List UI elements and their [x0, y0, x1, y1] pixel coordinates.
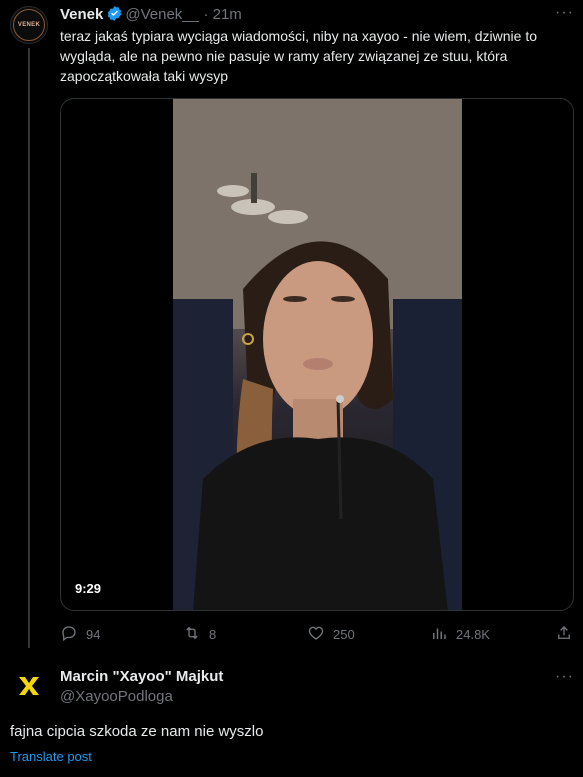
video-duration: 9:29: [75, 581, 102, 596]
reply-author-handle[interactable]: @XayooPodloga: [60, 688, 173, 705]
like-button[interactable]: 250: [307, 624, 355, 645]
verified-badge-icon: [106, 5, 123, 27]
repost-button[interactable]: 8: [183, 624, 216, 645]
thread-line: [28, 48, 30, 648]
share-icon: [555, 624, 573, 645]
video-player[interactable]: 9:29: [60, 98, 574, 611]
reply-author-name[interactable]: Marcin "Xayoo" Majkut: [60, 668, 223, 685]
video-frame: [173, 99, 462, 610]
author-name[interactable]: Venek: [60, 6, 103, 23]
xayoo-logo-icon: [17, 675, 41, 702]
share-button[interactable]: [555, 624, 573, 645]
tweet-text: teraz jakaś typiara wyciąga wiadomości, …: [60, 28, 537, 84]
reply-more-options-icon[interactable]: ···: [555, 668, 574, 686]
reply-count: 94: [86, 627, 101, 642]
heart-icon: [307, 624, 325, 645]
avatar-ring: VENEK: [13, 9, 45, 41]
like-count: 250: [333, 627, 355, 642]
reply-button[interactable]: 94: [60, 624, 100, 645]
reply-text: fajna cipcia szkoda ze nam nie wyszlo: [10, 723, 264, 740]
avatar-venek[interactable]: VENEK: [10, 6, 48, 44]
avatar-text: VENEK: [17, 22, 41, 28]
author-handle[interactable]: @Venek__: [125, 6, 199, 23]
repost-count: 8: [209, 627, 217, 642]
reply-icon: [60, 624, 78, 645]
tweet-action-bar: 94 8 250 24.8K: [60, 624, 575, 644]
views-button[interactable]: 24.8K: [430, 624, 490, 645]
tweet-header: Venek @Venek__ · 21m: [60, 5, 242, 25]
view-count: 24.8K: [456, 627, 490, 642]
avatar-xayoo[interactable]: [10, 669, 48, 707]
tweet-time[interactable]: · 21m: [203, 6, 241, 23]
video-thumbnail-illustration: [173, 99, 462, 610]
repost-icon: [183, 624, 201, 645]
analytics-icon: [430, 624, 448, 645]
more-options-icon[interactable]: ···: [555, 4, 574, 22]
translate-post-link[interactable]: Translate post: [10, 749, 92, 764]
